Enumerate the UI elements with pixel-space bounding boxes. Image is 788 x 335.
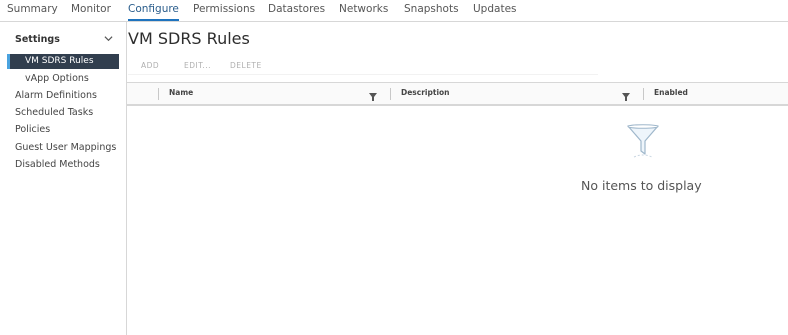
- column-header-description[interactable]: Description: [401, 88, 450, 97]
- column-separator[interactable]: [643, 88, 644, 100]
- delete-button[interactable]: DELETE: [230, 61, 262, 70]
- sidebar-item-scheduled-tasks[interactable]: Scheduled Tasks: [15, 105, 93, 121]
- sidebar-item-alarm-definitions[interactable]: Alarm Definitions: [15, 88, 97, 104]
- edit-button[interactable]: EDIT...: [184, 61, 211, 70]
- tab-snapshots[interactable]: Snapshots: [404, 0, 459, 20]
- tab-permissions[interactable]: Permissions: [193, 0, 255, 20]
- tab-configure[interactable]: Configure: [128, 0, 179, 21]
- sidebar-item-vapp-options[interactable]: vApp Options: [25, 71, 89, 87]
- sidebar-item-guest-user-mappings[interactable]: Guest User Mappings: [15, 140, 116, 156]
- page-title: VM SDRS Rules: [128, 29, 250, 48]
- column-header-enabled[interactable]: Enabled: [654, 88, 688, 97]
- tab-networks[interactable]: Networks: [339, 0, 388, 20]
- tab-monitor[interactable]: Monitor: [71, 0, 111, 20]
- column-separator[interactable]: [390, 88, 391, 100]
- chevron-down-icon[interactable]: [104, 34, 113, 46]
- sidebar: Settings VM SDRS Rules vApp Options Alar…: [0, 22, 127, 335]
- tab-datastores[interactable]: Datastores: [268, 0, 325, 20]
- empty-message: No items to display: [581, 178, 702, 193]
- filter-icon[interactable]: [369, 87, 379, 101]
- tab-bar: Summary Monitor Configure Permissions Da…: [0, 0, 788, 22]
- empty-filter-icon: [624, 123, 662, 161]
- sidebar-item-vm-sdrs-rules[interactable]: VM SDRS Rules: [7, 54, 119, 69]
- add-button[interactable]: ADD: [141, 61, 159, 70]
- settings-section-header[interactable]: Settings: [15, 34, 60, 45]
- tab-summary[interactable]: Summary: [7, 0, 58, 20]
- sidebar-item-policies[interactable]: Policies: [15, 122, 50, 138]
- tab-updates[interactable]: Updates: [473, 0, 517, 20]
- grid-header: Name Description Enabled: [127, 82, 788, 106]
- filter-icon[interactable]: [622, 87, 632, 101]
- column-header-name[interactable]: Name: [169, 88, 193, 97]
- toolbar-divider: [128, 74, 598, 75]
- sidebar-item-disabled-methods[interactable]: Disabled Methods: [15, 157, 100, 173]
- column-separator[interactable]: [158, 88, 159, 100]
